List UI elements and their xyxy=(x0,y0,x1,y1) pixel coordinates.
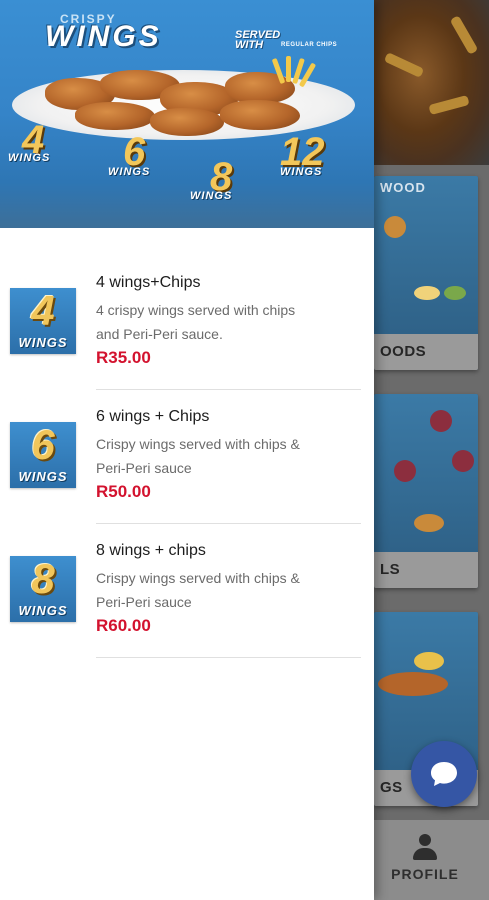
thumbnail-label: WINGS xyxy=(18,603,68,618)
fries-graphic xyxy=(383,52,425,78)
banner-option-label: WINGS xyxy=(280,166,323,178)
wing-graphic xyxy=(75,102,155,130)
item-price: R50.00 xyxy=(96,482,151,501)
thumbnail-number: 4 xyxy=(31,288,55,334)
item-description-line: Crispy wings served with chips & xyxy=(96,436,300,452)
list-item[interactable]: 4 WINGS 4 wings+Chips 4 crispy wings ser… xyxy=(0,256,374,390)
item-description-line: 4 crispy wings served with chips xyxy=(96,302,296,318)
side-drawer: CRISPY WINGS SERVED WITH REGULAR CHIPS 4… xyxy=(0,0,374,900)
item-price: R35.00 xyxy=(96,348,151,367)
item-name: 8 wings + chips xyxy=(96,542,206,559)
item-name: 4 wings+Chips xyxy=(96,274,201,291)
banner-option-label: WINGS xyxy=(8,152,51,164)
profile-nav-button[interactable]: PROFILE xyxy=(385,828,465,882)
item-description-line: Peri-Peri sauce xyxy=(96,594,192,610)
item-name: 6 wings + Chips xyxy=(96,408,210,425)
food-graphic xyxy=(378,672,448,696)
item-description-line: Crispy wings served with chips & xyxy=(96,570,300,586)
banner-option-label: WINGS xyxy=(108,166,151,178)
item-description: 4 crispy wings served with chips and Per… xyxy=(96,298,358,346)
thumbnail-label: WINGS xyxy=(18,335,68,350)
chat-icon xyxy=(431,762,457,786)
divider xyxy=(96,657,361,658)
thumbnail-number: 6 xyxy=(31,422,55,468)
food-graphic xyxy=(414,286,440,300)
item-description-line: Peri-Peri sauce xyxy=(96,460,192,476)
price-bubble-graphic xyxy=(394,460,416,482)
item-thumbnail: 4 WINGS xyxy=(10,288,76,354)
food-graphic xyxy=(384,216,406,238)
price-bubble-graphic xyxy=(430,410,452,432)
food-graphic xyxy=(414,652,444,670)
item-price: R60.00 xyxy=(96,616,151,635)
banner-served-text: SERVED WITH xyxy=(235,30,280,51)
category-card-foods[interactable]: WOOD OODS xyxy=(374,176,478,370)
thumbnail-label: WINGS xyxy=(18,469,68,484)
list-item[interactable]: 8 WINGS 8 wings + chips Crispy wings ser… xyxy=(0,524,374,658)
category-card-image xyxy=(374,394,478,552)
category-card-meals[interactable]: LS xyxy=(374,394,478,588)
fries-graphic xyxy=(428,94,470,116)
item-thumbnail: 8 WINGS xyxy=(10,556,76,622)
person-icon xyxy=(412,834,438,860)
item-description-line: and Peri-Peri sauce. xyxy=(96,326,223,342)
wing-graphic xyxy=(220,100,300,130)
fries-graphic xyxy=(286,56,291,82)
category-card-image: WOOD xyxy=(374,176,478,334)
thumbnail-number: 8 xyxy=(31,556,55,602)
list-item[interactable]: 6 WINGS 6 wings + Chips Crispy wings ser… xyxy=(0,390,374,524)
price-bubble-graphic xyxy=(452,450,474,472)
fries-graphic xyxy=(449,15,479,55)
category-card-label: OODS xyxy=(374,334,478,370)
item-description: Crispy wings served with chips & Peri-Pe… xyxy=(96,566,358,614)
banner-option-label: WINGS xyxy=(190,190,233,202)
banner-regular-chips: REGULAR CHIPS xyxy=(281,42,338,48)
category-card-title: WOOD xyxy=(380,180,426,195)
profile-nav-label: PROFILE xyxy=(391,866,459,882)
food-graphic xyxy=(444,286,466,300)
wing-graphic xyxy=(150,108,224,136)
banner-title: WINGS xyxy=(45,20,162,53)
item-description: Crispy wings served with chips & Peri-Pe… xyxy=(96,432,358,480)
item-thumbnail: 6 WINGS xyxy=(10,422,76,488)
promo-banner: CRISPY WINGS SERVED WITH REGULAR CHIPS 4… xyxy=(0,0,374,228)
chat-fab-button[interactable] xyxy=(411,741,477,807)
banner-served-line2: WITH xyxy=(235,39,264,51)
category-card-label: LS xyxy=(374,552,478,588)
food-graphic xyxy=(414,514,444,532)
background-hero-image xyxy=(374,0,489,165)
